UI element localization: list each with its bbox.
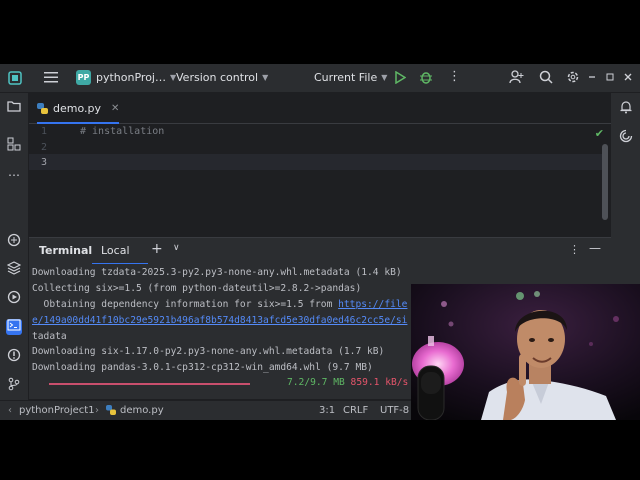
structure-icon[interactable] xyxy=(6,137,22,153)
chevron-down-icon: ▼ xyxy=(381,73,388,82)
chevron-down-icon: ▼ xyxy=(262,73,269,82)
settings-gear-icon[interactable] xyxy=(566,70,580,84)
more-tools-icon[interactable]: ⋯ xyxy=(6,167,22,183)
git-branch-icon[interactable] xyxy=(6,377,22,393)
code-editor[interactable]: 1 2 3 # installation ✔ xyxy=(29,124,611,236)
project-selector[interactable]: PP pythonProj… ▼ xyxy=(76,70,176,85)
python-file-icon xyxy=(37,102,48,114)
editor-scrollbar[interactable] xyxy=(602,144,608,220)
python-console-icon[interactable] xyxy=(6,233,22,249)
main-menu-icon[interactable] xyxy=(44,71,58,83)
breadcrumb-project[interactable]: pythonProject1 xyxy=(19,405,95,416)
tab-label: demo.py xyxy=(53,101,101,115)
problems-icon[interactable] xyxy=(6,348,22,364)
version-control-label: Version control xyxy=(176,71,259,84)
editor-tab-demo-py[interactable]: demo.py ✕ xyxy=(37,93,119,124)
terminal-line: Obtaining dependency information for six… xyxy=(32,299,408,310)
line-separator[interactable]: CRLF xyxy=(343,405,368,416)
terminal-line: tadata xyxy=(32,331,67,342)
left-tool-strip: ⋯ xyxy=(0,93,29,420)
notifications-bell-icon[interactable] xyxy=(618,100,634,116)
search-icon[interactable] xyxy=(539,70,553,84)
chevron-right-icon: › xyxy=(95,405,99,416)
new-terminal-plus-icon[interactable]: + xyxy=(151,241,163,257)
project-folder-icon[interactable] xyxy=(6,100,22,116)
download-speed: 859.1 kB/s xyxy=(350,377,409,388)
chevron-left-icon: ‹ xyxy=(8,405,12,416)
terminal-icon[interactable] xyxy=(6,319,22,335)
terminal-tab-local[interactable]: Local xyxy=(101,244,130,257)
close-tab-icon[interactable]: ✕ xyxy=(111,103,119,114)
terminal-line: Downloading six-1.17.0-py2.py3-none-any.… xyxy=(32,346,385,357)
terminal-options-icon[interactable]: ⋮ xyxy=(569,243,580,256)
current-line-highlight xyxy=(29,154,603,170)
services-icon[interactable] xyxy=(6,290,22,306)
line-number: 2 xyxy=(40,142,47,153)
editor-tab-bar: demo.py ✕ xyxy=(29,93,611,124)
webcam-overlay xyxy=(411,284,640,420)
main-toolbar: PP pythonProj… ▼ Version control ▼ Curre… xyxy=(0,64,640,93)
python-packages-icon[interactable] xyxy=(6,261,22,277)
project-badge: PP xyxy=(76,70,91,85)
version-control-menu[interactable]: Version control ▼ xyxy=(176,71,268,84)
caret-position[interactable]: 3:1 xyxy=(319,405,335,416)
terminal-url-link[interactable]: e/149a00dd41f10bc29e5921b496af8b574d8413… xyxy=(32,315,407,326)
hide-panel-icon[interactable]: — xyxy=(589,241,601,255)
download-progress-bar xyxy=(49,383,250,385)
presenter-video-image xyxy=(411,284,640,420)
line-number: 3 xyxy=(40,157,47,168)
breadcrumb-file[interactable]: demo.py xyxy=(120,405,164,416)
debug-icon[interactable] xyxy=(419,70,433,84)
terminal-line: Collecting six>=1.5 (from python-dateuti… xyxy=(32,283,362,294)
app-logo-icon[interactable] xyxy=(8,71,22,85)
file-encoding[interactable]: UTF-8 xyxy=(380,405,409,416)
python-file-icon xyxy=(106,405,116,418)
terminal-url-link[interactable]: https://file xyxy=(338,299,407,310)
code-line[interactable]: # installation xyxy=(80,126,164,137)
ai-assistant-icon[interactable] xyxy=(618,129,634,145)
download-size: 7.2/9.7 MB xyxy=(287,377,345,388)
run-icon[interactable] xyxy=(394,71,406,84)
line-number: 1 xyxy=(40,126,47,137)
terminal-title: Terminal xyxy=(39,244,93,257)
minimize-window-icon[interactable] xyxy=(587,71,597,83)
chevron-down-icon[interactable]: ∨ xyxy=(173,243,180,253)
project-name: pythonProj… xyxy=(96,71,166,84)
add-user-icon[interactable] xyxy=(509,70,524,84)
close-window-icon[interactable] xyxy=(623,71,633,83)
run-config-label: Current File xyxy=(314,71,378,84)
terminal-line: e/149a00dd41f10bc29e5921b496af8b574d8413… xyxy=(32,315,407,326)
terminal-line: Downloading tzdata-2025.3-py2.py3-none-a… xyxy=(32,267,402,278)
run-config-selector[interactable]: Current File ▼ xyxy=(314,71,387,84)
terminal-line: Downloading pandas-3.0.1-cp312-cp312-win… xyxy=(32,362,373,373)
more-actions-icon[interactable]: ⋮ xyxy=(448,69,461,84)
terminal-header: Terminal Local + ∨ ⋮ — xyxy=(29,237,611,265)
download-progress-stats: 7.2/9.7 MB 859.1 kB/s xyxy=(287,377,408,388)
terminal-line-text: Obtaining dependency information for six… xyxy=(32,299,339,310)
no-problems-check-icon[interactable]: ✔ xyxy=(595,127,604,140)
restore-window-icon[interactable] xyxy=(605,71,615,83)
